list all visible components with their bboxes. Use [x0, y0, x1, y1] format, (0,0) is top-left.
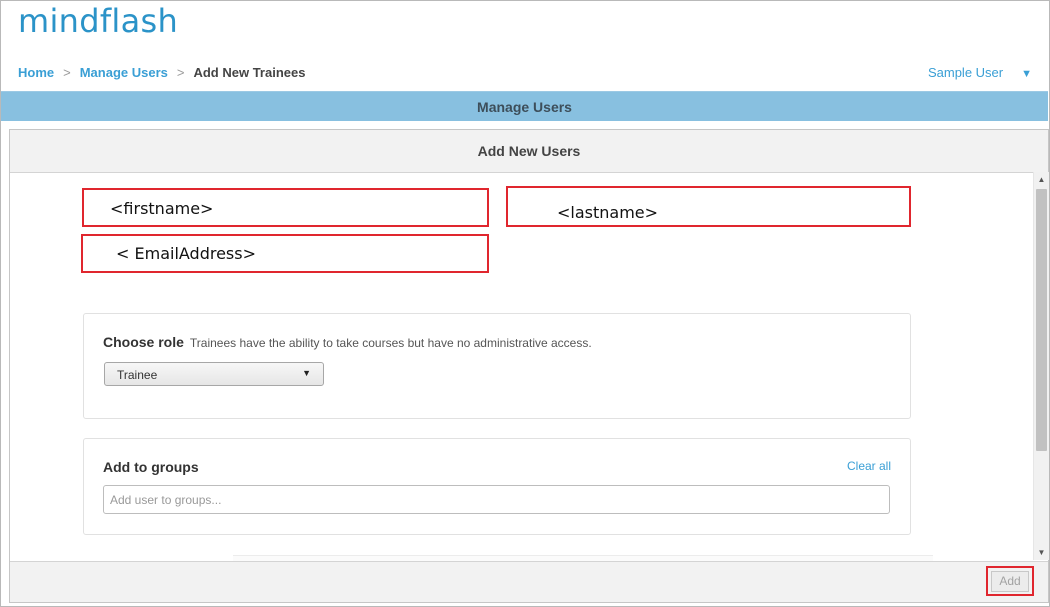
dialog-footer: Add [10, 561, 1048, 602]
lastname-placeholder: <lastname> [557, 203, 659, 222]
breadcrumb: Home > Manage Users > Add New Trainees [18, 65, 305, 80]
breadcrumb-separator: > [176, 65, 185, 80]
breadcrumb-current: Add New Trainees [193, 65, 306, 80]
mindflash-logo: mindflash [18, 2, 179, 40]
user-name[interactable]: Sample User [928, 65, 1003, 80]
scroll-down-icon[interactable]: ▼ [1034, 548, 1049, 557]
dialog-header: Add New Users [10, 130, 1048, 173]
firstname-field[interactable]: <firstname> [82, 188, 489, 227]
role-selected-value: Trainee [117, 368, 158, 382]
choose-role-card: Choose role Trainees have the ability to … [83, 313, 911, 419]
email-field[interactable]: < EmailAddress> [81, 234, 489, 273]
role-heading-row: Choose role Trainees have the ability to … [103, 334, 592, 352]
vertical-scrollbar[interactable]: ▲ ▼ [1033, 172, 1049, 560]
breadcrumb-separator: > [63, 65, 71, 80]
add-users-dialog: Add New Users <firstname> <lastname> < E… [9, 129, 1049, 603]
section-band: Manage Users [1, 91, 1048, 121]
add-button[interactable]: Add [986, 566, 1034, 596]
role-description: Trainees have the ability to take course… [189, 336, 592, 350]
clear-all-link[interactable]: Clear all [847, 459, 891, 473]
section-title: Manage Users [477, 99, 572, 115]
caret-down-icon: ▼ [302, 368, 311, 378]
add-button-face[interactable]: Add [991, 570, 1029, 592]
email-placeholder: < EmailAddress> [116, 244, 257, 263]
role-heading: Choose role [103, 334, 184, 350]
add-to-groups-card: Add to groups Clear all [83, 438, 911, 535]
role-select[interactable]: Trainee ▼ [104, 362, 324, 386]
firstname-placeholder: <firstname> [110, 199, 214, 218]
lastname-field[interactable]: <lastname> [506, 186, 911, 227]
breadcrumb-home[interactable]: Home [18, 65, 54, 80]
groups-heading: Add to groups [103, 459, 199, 475]
groups-input[interactable] [103, 485, 890, 514]
scroll-up-icon[interactable]: ▲ [1034, 175, 1049, 184]
user-menu[interactable]: Sample User ▼ [928, 65, 1032, 80]
breadcrumb-manage-users[interactable]: Manage Users [80, 65, 168, 80]
add-button-label: Add [999, 574, 1021, 588]
scrollbar-thumb[interactable] [1036, 189, 1047, 451]
chevron-down-icon[interactable]: ▼ [1021, 68, 1032, 80]
dialog-title: Add New Users [477, 143, 581, 159]
